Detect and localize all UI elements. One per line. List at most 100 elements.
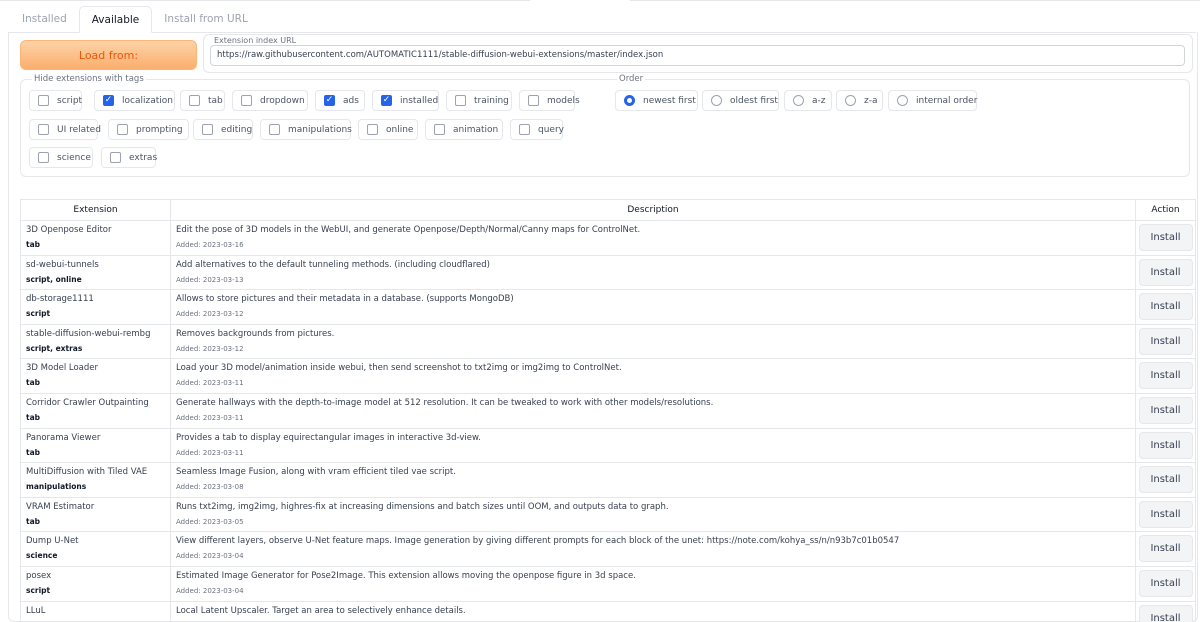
extension-name[interactable]: 3D Openpose Editor xyxy=(26,225,165,235)
checkbox-unchecked-icon[interactable] xyxy=(38,95,49,106)
checkbox-unchecked-icon[interactable] xyxy=(38,124,49,135)
checkbox-unchecked-icon[interactable] xyxy=(367,124,378,135)
extension-name[interactable]: VRAM Estimator xyxy=(26,502,165,512)
action-cell: Install xyxy=(1135,496,1196,533)
tag-checkbox-prompting[interactable]: prompting xyxy=(108,119,189,140)
tag-checkbox-science[interactable]: science xyxy=(29,147,93,168)
install-button[interactable]: Install xyxy=(1138,535,1193,563)
tag-checkbox-label: query xyxy=(538,124,564,135)
tag-checkbox-tab[interactable]: tab xyxy=(180,90,225,111)
order-radio-newest-first[interactable]: newest first xyxy=(615,90,698,111)
checkbox-unchecked-icon[interactable] xyxy=(110,152,121,163)
extension-name[interactable]: stable-diffusion-webui-rembg xyxy=(26,329,165,339)
tab-installed[interactable]: Installed xyxy=(10,6,79,33)
description-cell: Removes backgrounds from pictures. Added:… xyxy=(170,323,1136,360)
tag-checkbox-dropdown[interactable]: dropdown xyxy=(232,90,308,111)
install-button[interactable]: Install xyxy=(1138,258,1193,286)
tag-checkbox-label: extras xyxy=(129,152,158,163)
extension-tags: tab xyxy=(26,378,41,388)
install-button[interactable]: Install xyxy=(1138,396,1193,424)
checkbox-unchecked-icon[interactable] xyxy=(528,95,539,106)
description-cell: Provides a tab to display equirectangula… xyxy=(170,427,1136,464)
extension-name[interactable]: Corridor Crawler Outpainting xyxy=(26,398,165,408)
checkbox-unchecked-icon[interactable] xyxy=(38,152,49,163)
order-label: Order xyxy=(617,74,646,84)
checkbox-unchecked-icon[interactable] xyxy=(202,124,213,135)
tag-checkbox-extras[interactable]: extras xyxy=(101,147,158,168)
table-row: Panorama Viewer tab Provides a tab to disp… xyxy=(20,427,1196,464)
load-from-button[interactable]: Load from: xyxy=(20,40,197,70)
tag-checkbox-online[interactable]: online xyxy=(358,119,418,140)
extensions-table: Extension Description Action 3D Openpose… xyxy=(20,199,1196,622)
checkbox-unchecked-icon[interactable] xyxy=(269,124,280,135)
install-button[interactable]: Install xyxy=(1138,224,1193,251)
tag-checkbox-animation[interactable]: animation xyxy=(425,119,503,140)
tag-checkbox-script[interactable]: script xyxy=(29,90,82,111)
tag-checkbox-label: dropdown xyxy=(260,95,305,106)
install-button[interactable]: Install xyxy=(1138,604,1193,622)
extension-cell: Dump U-Net science xyxy=(20,531,171,567)
order-radio-oldest-first[interactable]: oldest first xyxy=(702,90,779,111)
install-button[interactable]: Install xyxy=(1138,362,1193,390)
order-radio-z-a[interactable]: z-a xyxy=(836,90,883,111)
extension-added-date: Added: 2023-03-08 xyxy=(176,483,244,492)
tag-checkbox-models[interactable]: models xyxy=(519,90,580,111)
install-button[interactable]: Install xyxy=(1138,466,1193,494)
radio-unselected-icon[interactable] xyxy=(897,95,908,106)
extension-name[interactable]: Panorama Viewer xyxy=(26,433,165,443)
tag-checkbox-installed[interactable]: installed xyxy=(372,90,439,111)
tag-checkbox-ui-related[interactable]: UI related xyxy=(29,119,101,140)
install-button[interactable]: Install xyxy=(1138,569,1193,597)
extension-added-date: Added: 2023-03-16 xyxy=(176,241,244,249)
radio-unselected-icon[interactable] xyxy=(711,95,722,106)
tag-checkbox-label: editing xyxy=(221,124,253,135)
extension-cell: LLuLmanipulations xyxy=(20,600,171,622)
checkbox-unchecked-icon[interactable] xyxy=(117,124,128,135)
tag-checkbox-label: installed xyxy=(400,95,439,106)
action-cell: Install xyxy=(1135,289,1196,325)
extension-tags: manipulations xyxy=(26,482,87,492)
extension-cell: Panorama Viewer tab xyxy=(20,427,171,464)
radio-unselected-icon[interactable] xyxy=(793,95,804,106)
install-button[interactable]: Install xyxy=(1138,327,1193,355)
install-button[interactable]: Install xyxy=(1138,500,1193,528)
tag-checkbox-localization[interactable]: localization xyxy=(94,90,175,111)
checkbox-unchecked-icon[interactable] xyxy=(519,124,530,135)
checkbox-unchecked-icon[interactable] xyxy=(455,95,466,106)
extension-name[interactable]: MultiDiffusion with Tiled VAE xyxy=(26,467,165,477)
checkbox-unchecked-icon[interactable] xyxy=(189,95,200,106)
extension-name[interactable]: posex xyxy=(26,571,165,581)
order-radio-label: internal order xyxy=(916,95,978,106)
checkbox-checked-icon[interactable] xyxy=(381,95,392,106)
tab-install-from-url[interactable]: Install from URL xyxy=(152,6,260,33)
checkbox-unchecked-icon[interactable] xyxy=(434,124,445,135)
extension-name[interactable]: 3D Model Loader xyxy=(26,363,165,373)
action-cell: Install xyxy=(1135,254,1196,291)
tag-checkbox-label: tab xyxy=(208,95,223,106)
radio-selected-icon[interactable] xyxy=(624,95,635,106)
order-radio-internal-order[interactable]: internal order xyxy=(888,90,977,111)
extension-name[interactable]: sd-webui-tunnels xyxy=(26,260,165,270)
extension-added-date: Added: 2023-03-11 xyxy=(176,413,244,422)
tag-checkbox-query[interactable]: query xyxy=(510,119,564,140)
extension-description: Load your 3D model/animation inside webu… xyxy=(176,363,622,374)
tag-checkbox-ads[interactable]: ads xyxy=(315,90,365,111)
extension-name[interactable]: db-storage1111 xyxy=(26,294,165,304)
tag-checkbox-training[interactable]: training xyxy=(446,90,512,111)
checkbox-unchecked-icon[interactable] xyxy=(241,95,252,106)
checkbox-checked-icon[interactable] xyxy=(324,95,335,106)
install-button[interactable]: Install xyxy=(1138,431,1193,459)
tag-checkbox-label: models xyxy=(547,95,580,106)
extension-name[interactable]: LLuL xyxy=(26,606,165,616)
tag-checkbox-editing[interactable]: editing xyxy=(193,119,253,140)
tab-available[interactable]: Available xyxy=(78,6,153,33)
action-cell: Install xyxy=(1135,565,1196,602)
tag-checkbox-manipulations[interactable]: manipulations xyxy=(260,119,352,140)
extension-index-url-input[interactable]: https://raw.githubusercontent.com/AUTOMA… xyxy=(210,45,1185,66)
order-radio-a-z[interactable]: a-z xyxy=(784,90,832,111)
checkbox-checked-icon[interactable] xyxy=(103,95,114,106)
extension-description: Estimated Image Generator for Pose2Image… xyxy=(176,570,636,581)
radio-unselected-icon[interactable] xyxy=(845,95,856,106)
extension-name[interactable]: Dump U-Net xyxy=(26,536,165,546)
install-button[interactable]: Install xyxy=(1138,293,1193,321)
